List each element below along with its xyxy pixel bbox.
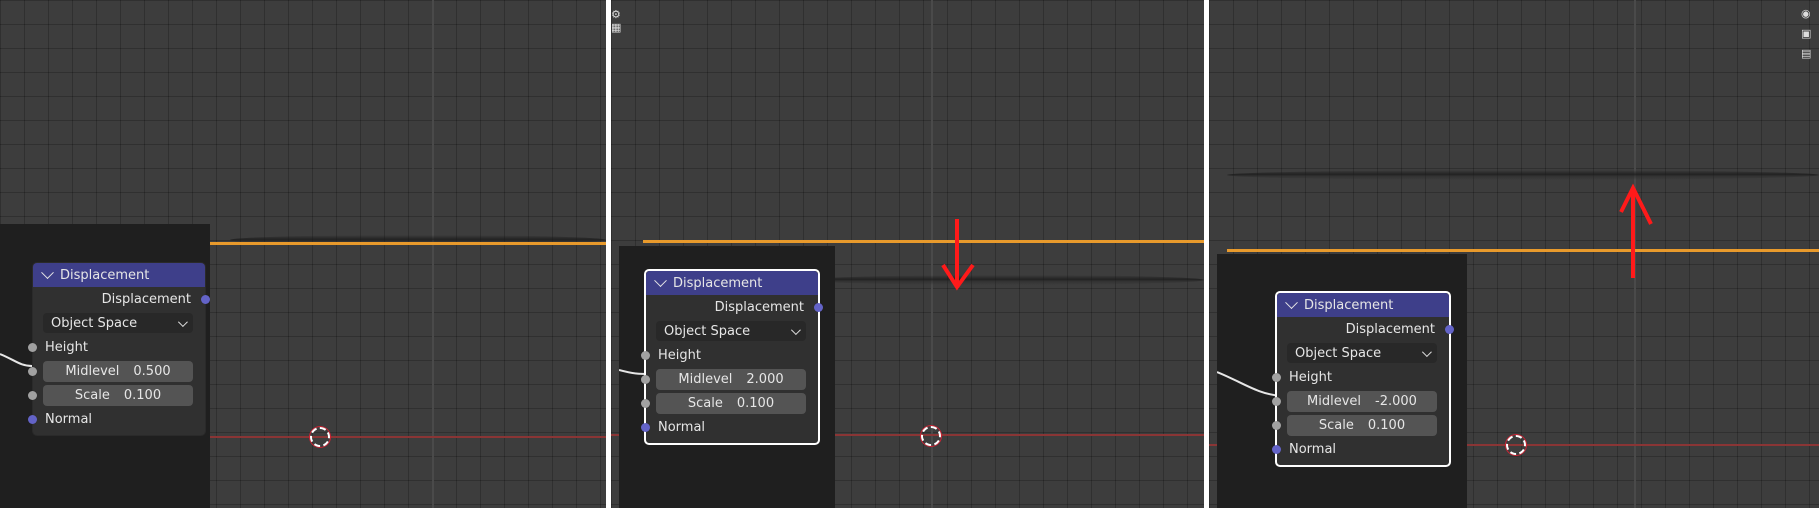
- output-row: Displacement: [646, 295, 823, 319]
- midlevel-label: Midlevel: [678, 371, 733, 387]
- scale-label: Scale: [74, 387, 110, 403]
- normal-label: Normal: [658, 419, 706, 435]
- viewport-panel-1[interactable]: Displacement Displacement Object Space H…: [0, 0, 606, 508]
- node-title: Displacement: [1304, 297, 1394, 313]
- selected-plane: [1227, 249, 1819, 252]
- midlevel-label: Midlevel: [65, 363, 120, 379]
- midlevel-field[interactable]: Midlevel 2.000: [656, 368, 806, 390]
- normal-input-socket[interactable]: [28, 414, 37, 424]
- height-row: Height: [641, 343, 818, 367]
- normal-input-socket[interactable]: [641, 422, 650, 432]
- 3d-cursor-icon: [1506, 435, 1526, 455]
- displacement-output-socket[interactable]: [814, 302, 823, 312]
- viewport-panel-2[interactable]: ⚙ ▦ Displacement Displacement Object Spac…: [611, 0, 1204, 508]
- midlevel-value: 0.500: [133, 363, 171, 379]
- height-input-socket[interactable]: [641, 350, 650, 360]
- scale-input-socket[interactable]: [1272, 420, 1281, 430]
- node-header[interactable]: Displacement: [646, 271, 818, 295]
- collapse-chevron-icon[interactable]: [1285, 295, 1298, 309]
- normal-label: Normal: [45, 411, 93, 427]
- midlevel-field[interactable]: Midlevel -2.000: [1287, 390, 1437, 412]
- midlevel-input-socket[interactable]: [28, 366, 37, 376]
- scale-value: 0.100: [1367, 417, 1406, 433]
- space-dropdown[interactable]: Object Space: [656, 321, 806, 341]
- midlevel-value: 2.000: [746, 371, 784, 387]
- height-row: Height: [28, 335, 205, 359]
- viewport-toolbar-icons[interactable]: ◉ ▣ ▤: [1801, 4, 1811, 64]
- scale-field[interactable]: Scale 0.100: [656, 392, 806, 414]
- output-row: Displacement: [1277, 317, 1454, 341]
- space-row: Object Space: [1277, 341, 1449, 365]
- displacement-node[interactable]: Displacement Displacement Object Space H…: [1272, 291, 1454, 467]
- scale-field[interactable]: Scale 0.100: [43, 384, 193, 406]
- 3d-cursor-icon: [310, 427, 330, 447]
- node-header[interactable]: Displacement: [1277, 293, 1449, 317]
- displaced-mesh: [811, 275, 1204, 285]
- scale-value: 0.100: [736, 395, 775, 411]
- space-dropdown[interactable]: Object Space: [1287, 343, 1437, 363]
- normal-row: Normal: [641, 415, 818, 439]
- node-header[interactable]: Displacement: [33, 263, 205, 287]
- scale-row: Scale 0.100: [1272, 413, 1449, 437]
- midlevel-label: Midlevel: [1307, 393, 1362, 409]
- scale-value: 0.100: [123, 387, 162, 403]
- scale-row: Scale 0.100: [641, 391, 818, 415]
- space-value: Object Space: [51, 315, 138, 331]
- output-label: Displacement: [714, 299, 804, 315]
- midlevel-value: -2.000: [1375, 393, 1417, 409]
- up-arrow-icon: [1619, 183, 1653, 278]
- 3d-cursor-icon: [921, 426, 941, 446]
- displaced-mesh: [1227, 170, 1819, 180]
- normal-label: Normal: [1289, 441, 1337, 457]
- scale-input-socket[interactable]: [28, 390, 37, 400]
- down-arrow-icon: [941, 219, 975, 291]
- height-label: Height: [658, 347, 701, 363]
- scale-label: Scale: [687, 395, 723, 411]
- grid-axis-line: [432, 0, 434, 508]
- displacement-node[interactable]: Displacement Displacement Object Space H…: [28, 262, 210, 436]
- dropdown-chevron-icon: [177, 316, 188, 327]
- height-input-socket[interactable]: [28, 342, 37, 352]
- node-title: Displacement: [60, 267, 150, 283]
- dropdown-chevron-icon: [790, 324, 801, 335]
- displacement-node[interactable]: Displacement Displacement Object Space H…: [641, 269, 823, 445]
- height-label: Height: [45, 339, 88, 355]
- displacement-output-socket[interactable]: [201, 294, 210, 304]
- normal-row: Normal: [28, 407, 205, 431]
- space-dropdown[interactable]: Object Space: [43, 313, 193, 333]
- scale-field[interactable]: Scale 0.100: [1287, 414, 1437, 436]
- collapse-chevron-icon[interactable]: [41, 265, 54, 279]
- midlevel-input-socket[interactable]: [641, 374, 650, 384]
- scale-label: Scale: [1318, 417, 1354, 433]
- output-label: Displacement: [1345, 321, 1435, 337]
- height-label: Height: [1289, 369, 1332, 385]
- normal-row: Normal: [1272, 437, 1449, 461]
- scale-row: Scale 0.100: [28, 383, 205, 407]
- midlevel-row: Midlevel 2.000: [641, 367, 818, 391]
- space-value: Object Space: [664, 323, 751, 339]
- collapse-chevron-icon[interactable]: [654, 273, 667, 287]
- midlevel-field[interactable]: Midlevel 0.500: [43, 360, 193, 382]
- space-value: Object Space: [1295, 345, 1382, 361]
- midlevel-row: Midlevel 0.500: [28, 359, 205, 383]
- selected-plane: [208, 242, 606, 245]
- displacement-output-socket[interactable]: [1445, 324, 1454, 334]
- output-row: Displacement: [33, 287, 210, 311]
- space-row: Object Space: [33, 311, 205, 335]
- scale-input-socket[interactable]: [641, 398, 650, 408]
- normal-input-socket[interactable]: [1272, 444, 1281, 454]
- midlevel-input-socket[interactable]: [1272, 396, 1281, 406]
- height-row: Height: [1272, 365, 1449, 389]
- node-title: Displacement: [673, 275, 763, 291]
- space-row: Object Space: [646, 319, 818, 343]
- viewport-toolbar-icons[interactable]: ⚙ ▦: [611, 8, 621, 34]
- output-label: Displacement: [101, 291, 191, 307]
- viewport-panel-3[interactable]: ◉ ▣ ▤ Displacement Displacement Object Spa…: [1209, 0, 1819, 508]
- height-input-socket[interactable]: [1272, 372, 1281, 382]
- dropdown-chevron-icon: [1421, 346, 1432, 357]
- selected-plane: [643, 240, 1204, 243]
- midlevel-row: Midlevel -2.000: [1272, 389, 1449, 413]
